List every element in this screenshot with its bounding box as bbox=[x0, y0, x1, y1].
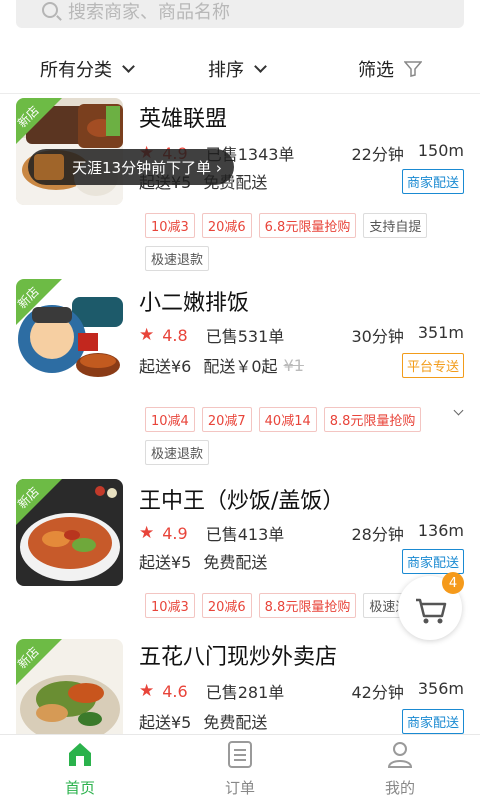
shop-rating: 4.6 bbox=[162, 681, 188, 701]
shop-name: 小二嫩排饭 bbox=[139, 291, 250, 316]
delivery-fee: 配送￥0起 bbox=[203, 357, 278, 376]
shop-name: 英雄联盟 bbox=[139, 107, 228, 132]
shop-stats: ★ 4.9 已售413单 bbox=[139, 521, 284, 545]
delivery-fee: 免费配送 bbox=[203, 713, 268, 732]
promo-tag: 极速退款 bbox=[145, 246, 210, 271]
shop-thumbnail: 新店 bbox=[16, 479, 123, 586]
min-order: 起送¥5 bbox=[139, 553, 192, 572]
shop-card[interactable]: 新店 小二嫩排饭 ★ 4.8 已售531单 30分钟 351m 起送¥6 配送￥… bbox=[0, 277, 480, 467]
shop-card[interactable]: 新店 五花八门现炒外卖店 ★ 4.6 已售281单 42分钟 356m 起送¥5… bbox=[0, 637, 480, 735]
star-icon: ★ bbox=[139, 523, 155, 543]
filter-screen-label: 筛选 bbox=[358, 60, 394, 81]
promo-tag: 8.8元限量抢购 bbox=[323, 407, 422, 432]
delivery-time: 28分钟 bbox=[351, 525, 404, 544]
shop-delivery-info: 起送¥6 配送￥0起 ¥1 bbox=[139, 353, 304, 377]
tab-profile-label: 我的 bbox=[384, 779, 415, 797]
promo-tag: 极速退款 bbox=[145, 440, 210, 465]
star-icon: ★ bbox=[139, 325, 155, 345]
promo-tag: 10减4 bbox=[145, 407, 195, 432]
shop-rating: 4.8 bbox=[162, 325, 188, 345]
funnel-icon bbox=[404, 61, 422, 77]
profile-icon bbox=[387, 742, 413, 768]
filter-category-label: 所有分类 bbox=[40, 60, 112, 81]
shop-sold: 已售281单 bbox=[205, 683, 285, 702]
search-icon bbox=[42, 2, 58, 18]
delivery-time: 22分钟 bbox=[351, 145, 404, 164]
expand-tags-chevron-icon[interactable] bbox=[453, 405, 464, 416]
filter-sort[interactable]: 排序 bbox=[208, 56, 267, 82]
delivery-type-badge: 平台专送 bbox=[401, 353, 464, 378]
chevron-down-icon bbox=[122, 59, 135, 73]
shop-card[interactable]: 新店 英雄联盟 ★ 4.9 已售1343单 22分钟 150m 起送¥5 免费配… bbox=[0, 95, 480, 271]
promo-tag: 支持自提 bbox=[363, 213, 428, 238]
shop-eta: 42分钟 356m bbox=[352, 679, 465, 703]
shop-distance: 136m bbox=[417, 521, 464, 540]
promo-tag: 10减3 bbox=[145, 593, 195, 618]
filter-screen[interactable]: 筛选 bbox=[358, 56, 422, 82]
delivery-time: 42分钟 bbox=[351, 683, 404, 702]
star-icon: ★ bbox=[139, 681, 155, 701]
tab-orders-label: 订单 bbox=[224, 779, 255, 797]
promo-tag: 20减7 bbox=[201, 407, 252, 432]
shop-distance: 150m bbox=[417, 141, 464, 160]
chevron-down-icon bbox=[254, 59, 267, 73]
shop-delivery-info: 起送¥5 免费配送 bbox=[139, 549, 267, 573]
promo-tags: 10减3 20减6 6.8元限量抢购 支持自提 极速退款 bbox=[145, 213, 445, 271]
shop-sold: 已售531单 bbox=[205, 327, 285, 346]
bottom-tab-bar: 首页 订单 我的 bbox=[0, 734, 480, 800]
cart-button[interactable]: 4 bbox=[398, 572, 464, 640]
cart-count-badge: 4 bbox=[442, 572, 464, 594]
tab-profile[interactable]: 我的 bbox=[350, 739, 450, 798]
shop-rating: 4.9 bbox=[162, 523, 188, 543]
filter-bar: 所有分类 排序 筛选 bbox=[0, 44, 480, 94]
shop-eta: 30分钟 351m bbox=[352, 323, 465, 347]
toast-text: 天涯13分钟前下了单 › bbox=[72, 158, 222, 177]
promo-tags: 10减4 20减7 40减14 8.8元限量抢购 极速退款 bbox=[145, 407, 445, 465]
filter-category[interactable]: 所有分类 bbox=[40, 56, 135, 82]
filter-sort-label: 排序 bbox=[208, 60, 244, 81]
promo-tag: 20减6 bbox=[201, 593, 252, 618]
delivery-type-badge: 商家配送 bbox=[401, 549, 464, 574]
shop-name: 五花八门现炒外卖店 bbox=[139, 645, 338, 670]
delivery-type-badge: 商家配送 bbox=[401, 169, 464, 194]
order-toast[interactable]: 天涯13分钟前下了单 › bbox=[28, 149, 234, 185]
shop-thumbnail: 新店 bbox=[16, 639, 123, 735]
shop-stats: ★ 4.6 已售281单 bbox=[139, 679, 284, 703]
min-order: 起送¥5 bbox=[139, 713, 192, 732]
shop-sold: 已售413单 bbox=[205, 525, 285, 544]
tab-orders[interactable]: 订单 bbox=[190, 739, 290, 798]
promo-tag: 40减14 bbox=[258, 407, 317, 432]
shop-distance: 356m bbox=[417, 679, 464, 698]
home-icon bbox=[69, 743, 91, 766]
shop-distance: 351m bbox=[417, 323, 464, 342]
delivery-type-badge: 商家配送 bbox=[401, 709, 464, 734]
shop-name: 王中王（炒饭/盖饭） bbox=[139, 489, 345, 514]
promo-tag: 8.8元限量抢购 bbox=[258, 593, 357, 618]
delivery-time: 30分钟 bbox=[351, 327, 404, 346]
tab-home-label: 首页 bbox=[64, 779, 95, 797]
delivery-fee: 免费配送 bbox=[203, 553, 268, 572]
search-input[interactable]: 搜索商家、商品名称 bbox=[16, 0, 464, 28]
promo-tag: 10减3 bbox=[145, 213, 195, 238]
search-bar: 搜索商家、商品名称 bbox=[0, 0, 480, 40]
shop-thumbnail: 新店 bbox=[16, 279, 123, 386]
shop-eta: 28分钟 136m bbox=[352, 521, 465, 545]
promo-tag: 20减6 bbox=[201, 213, 252, 238]
shop-delivery-info: 起送¥5 免费配送 bbox=[139, 709, 267, 733]
promo-tag: 6.8元限量抢购 bbox=[258, 213, 357, 238]
order-icon bbox=[228, 741, 252, 768]
search-placeholder: 搜索商家、商品名称 bbox=[68, 2, 230, 23]
avatar bbox=[34, 154, 64, 180]
original-delivery-fee: ¥1 bbox=[283, 355, 304, 375]
shop-stats: ★ 4.8 已售531单 bbox=[139, 323, 284, 347]
min-order: 起送¥6 bbox=[139, 357, 192, 376]
shop-eta: 22分钟 150m bbox=[352, 141, 465, 165]
tab-home[interactable]: 首页 bbox=[30, 739, 130, 798]
